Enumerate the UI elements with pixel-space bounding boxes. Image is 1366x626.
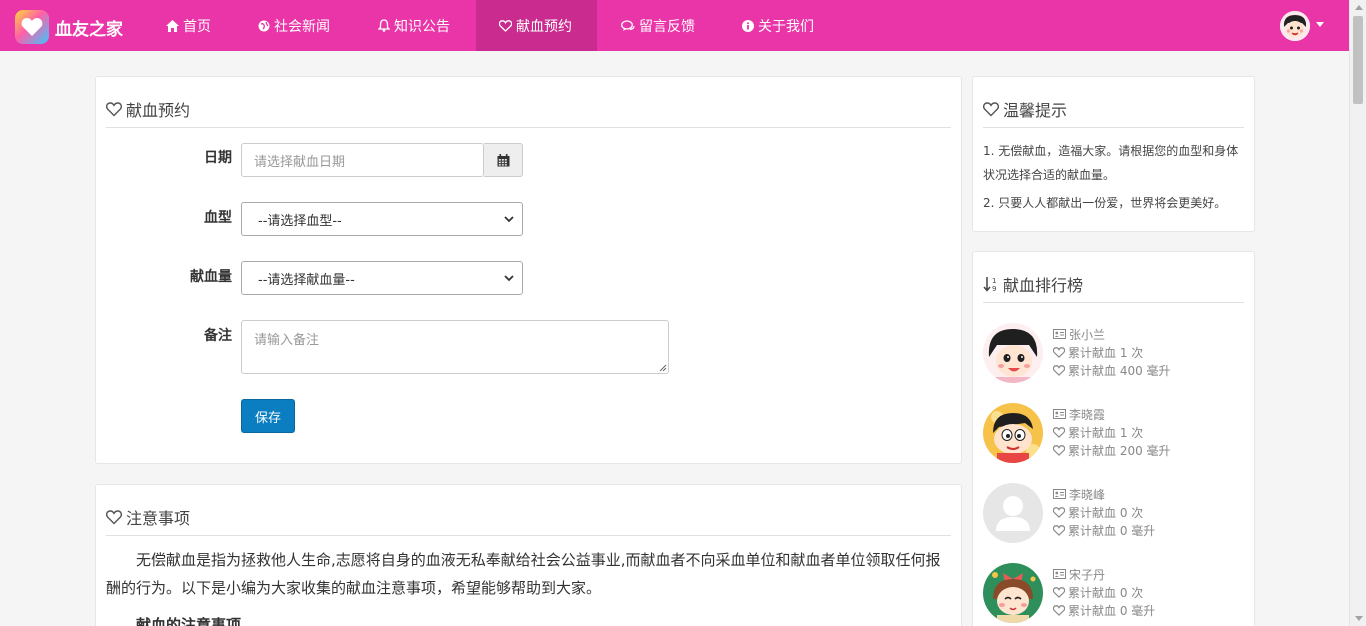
- heart-icon: [106, 101, 122, 116]
- nav-label: 社会新闻: [274, 18, 330, 35]
- nav-item-knowledge[interactable]: 知识公告: [378, 0, 450, 51]
- amount-select[interactable]: --请选择献血量--: [241, 261, 523, 295]
- date-input[interactable]: 请选择献血日期: [241, 143, 484, 177]
- ranking-entry[interactable]: 宋子丹 累计献血 0 次 累计献血 0 毫升: [983, 563, 1243, 625]
- comments-icon: [621, 19, 635, 31]
- heart-logo-icon: [15, 10, 49, 44]
- chevron-down-icon: [504, 275, 514, 282]
- default-user-avatar: [983, 483, 1043, 543]
- donor-name: 李晓峰: [1053, 485, 1105, 503]
- panel-title: 19 献血排行榜: [983, 272, 1083, 296]
- notice-paragraph: 无偿献血是指为拯救他人生命,志愿将自身的血液无私奉献给社会公益事业,而献血者不向…: [106, 551, 941, 597]
- home-icon: [166, 19, 179, 32]
- nav-item-about[interactable]: 关于我们: [742, 0, 814, 51]
- panel-title: 温馨提示: [983, 97, 1067, 121]
- svg-text:1: 1: [992, 277, 996, 285]
- user-avatar[interactable]: [1280, 11, 1310, 41]
- nav-label: 首页: [183, 18, 211, 35]
- heart-icon: [983, 101, 999, 116]
- date-label: 日期: [204, 150, 232, 166]
- divider: [106, 535, 951, 536]
- brand[interactable]: 血友之家: [15, 10, 123, 44]
- top-navbar: 血友之家 首页 社会新闻 知识公告 献血预约 留言反馈 关于我们: [0, 0, 1349, 51]
- id-card-icon: [1053, 489, 1066, 499]
- sort-numeric-icon: 19: [983, 277, 996, 292]
- nav-label: 留言反馈: [639, 18, 695, 35]
- scroll-thumb[interactable]: [1353, 16, 1363, 104]
- ranking-panel: 19 献血排行榜 张小兰 累计献血 1 次 累计献血 400 毫升 李晓霞 累计…: [972, 251, 1255, 626]
- nav-item-home[interactable]: 首页: [166, 0, 211, 51]
- notice-panel: 注意事项 无偿献血是指为拯救他人生命,志愿将自身的血液无私奉献给社会公益事业,而…: [95, 484, 962, 626]
- panel-title: 献血预约: [106, 97, 190, 121]
- divider: [983, 302, 1244, 303]
- donation-times: 累计献血 0 次: [1053, 583, 1143, 601]
- page-scrollbar[interactable]: [1349, 0, 1366, 626]
- cartoon-girl-avatar: [983, 323, 1043, 383]
- ranking-entry[interactable]: 李晓霞 累计献血 1 次 累计献血 200 毫升: [983, 403, 1243, 465]
- donation-volume: 累计献血 200 毫升: [1053, 441, 1171, 459]
- panel-title: 注意事项: [106, 505, 190, 529]
- save-button[interactable]: 保存: [241, 399, 295, 433]
- id-card-icon: [1053, 569, 1066, 579]
- heart-icon: [1053, 506, 1065, 518]
- notice-subheading: 献血的注意事项: [136, 616, 242, 626]
- heart-icon: [1053, 586, 1065, 598]
- id-card-icon: [1053, 329, 1066, 339]
- heart-icon: [1053, 364, 1065, 376]
- brand-name: 血友之家: [55, 19, 123, 40]
- divider: [983, 127, 1244, 128]
- amount-label: 献血量: [190, 269, 232, 285]
- nav-label: 知识公告: [394, 18, 450, 35]
- scroll-up-arrow-icon[interactable]: [1355, 5, 1363, 10]
- id-card-icon: [1053, 409, 1066, 419]
- heart-icon: [1053, 524, 1065, 536]
- nav-label: 献血预约: [516, 18, 572, 35]
- nav-item-donation[interactable]: 献血预约: [476, 0, 597, 51]
- info-icon: [742, 19, 754, 32]
- heart-icon: [499, 19, 512, 32]
- blood-type-select[interactable]: --请选择血型--: [241, 202, 523, 236]
- svg-text:9: 9: [992, 285, 996, 292]
- remark-label: 备注: [204, 328, 232, 344]
- tip-item: 2. 只要人人都献出一份爱，世界将会更美好。: [983, 196, 1227, 210]
- donation-times: 累计献血 0 次: [1053, 503, 1143, 521]
- chevron-down-icon[interactable]: [1316, 22, 1324, 27]
- globe-icon: [258, 20, 270, 31]
- cartoon-boy-avatar: [983, 403, 1043, 463]
- calendar-icon: [497, 153, 509, 166]
- tips-panel: 温馨提示 1. 无偿献血，造福大家。请根据您的血型和身体状况选择合适的献血量。 …: [972, 76, 1255, 232]
- donation-times: 累计献血 1 次: [1053, 343, 1143, 361]
- scroll-down-arrow-icon[interactable]: [1355, 616, 1363, 621]
- heart-icon: [1053, 444, 1065, 456]
- heart-icon: [106, 509, 122, 524]
- donor-name: 李晓霞: [1053, 405, 1105, 423]
- appointment-panel: 献血预约 日期 请选择献血日期 血型 --请选择血型-- 献血量 --请选择献血…: [95, 76, 962, 464]
- ranking-entry[interactable]: 李晓峰 累计献血 0 次 累计献血 0 毫升: [983, 483, 1243, 545]
- donation-times: 累计献血 1 次: [1053, 423, 1143, 441]
- heart-icon: [1053, 426, 1065, 438]
- heart-icon: [1053, 604, 1065, 616]
- heart-icon: [1053, 346, 1065, 358]
- donation-volume: 累计献血 0 毫升: [1053, 521, 1155, 539]
- cartoon-girl-bow-avatar: [983, 563, 1043, 623]
- remark-textarea[interactable]: 请输入备注: [241, 320, 669, 374]
- donor-name: 张小兰: [1053, 325, 1105, 343]
- tip-item: 1. 无偿献血，造福大家。请根据您的血型和身体状况选择合适的献血量。: [983, 144, 1239, 182]
- divider: [106, 127, 951, 128]
- bell-icon: [378, 19, 390, 32]
- nav-item-news[interactable]: 社会新闻: [258, 0, 330, 51]
- nav-item-feedback[interactable]: 留言反馈: [621, 0, 695, 51]
- nav-label: 关于我们: [758, 18, 814, 35]
- resize-grip-icon[interactable]: [659, 364, 667, 372]
- calendar-button[interactable]: [484, 143, 523, 177]
- ranking-entry[interactable]: 张小兰 累计献血 1 次 累计献血 400 毫升: [983, 323, 1243, 385]
- blood-type-label: 血型: [204, 210, 232, 226]
- donation-volume: 累计献血 400 毫升: [1053, 361, 1171, 379]
- donation-volume: 累计献血 0 毫升: [1053, 601, 1155, 619]
- chevron-down-icon: [504, 216, 514, 223]
- donor-name: 宋子丹: [1053, 565, 1105, 583]
